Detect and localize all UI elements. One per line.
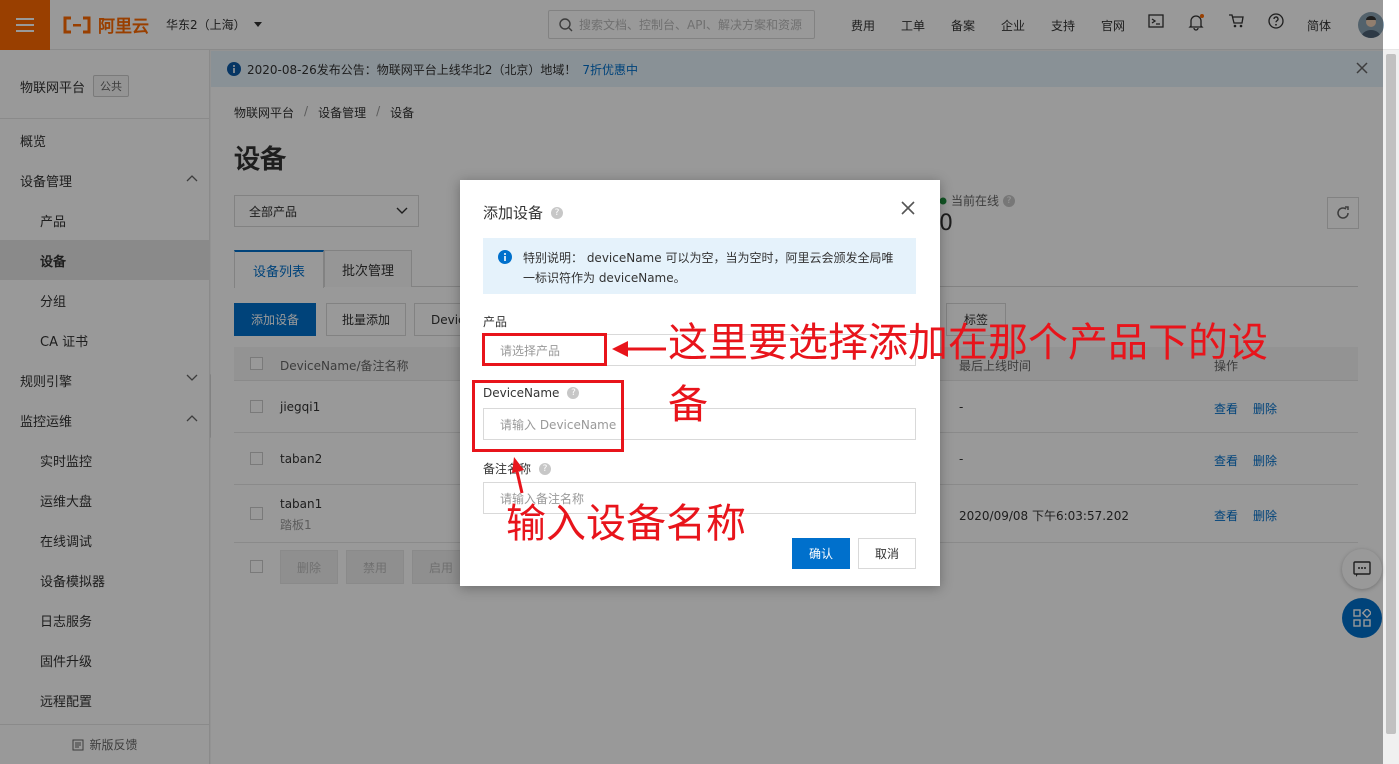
cancel-button[interactable]: 取消 (858, 538, 916, 569)
annotation-box-product (482, 333, 607, 366)
scrollbar-thumb[interactable] (1386, 54, 1396, 734)
scrollbar[interactable] (1383, 50, 1399, 764)
info-text: 特别说明： deviceName 可以为空，当为空时，阿里云会颁发全局唯一标识符… (523, 251, 894, 285)
annotation-arrow-up-icon (512, 457, 524, 494)
annotation-box-devicename (472, 380, 624, 452)
annotation-text-product-cont: 备 (668, 382, 708, 428)
info-message: 特别说明： deviceName 可以为空，当为空时，阿里云会颁发全局唯一标识符… (483, 238, 916, 294)
product-label-text: 产品 (483, 315, 508, 329)
help-icon[interactable]: ? (551, 206, 564, 219)
close-icon[interactable] (900, 200, 916, 216)
confirm-button[interactable]: 确认 (792, 538, 850, 569)
product-label: 产品 (483, 313, 507, 330)
annotation-text-product: 这里要选择添加在那个产品下的设 (668, 320, 1268, 366)
dialog-title-text: 添加设备 (483, 204, 544, 222)
help-icon[interactable]: ? (539, 462, 552, 475)
annotation-arrow-left-icon (612, 341, 666, 357)
info-icon (498, 250, 512, 264)
dialog-title: 添加设备 ? (483, 202, 564, 223)
annotation-text-devicename: 输入设备名称 (506, 501, 746, 547)
